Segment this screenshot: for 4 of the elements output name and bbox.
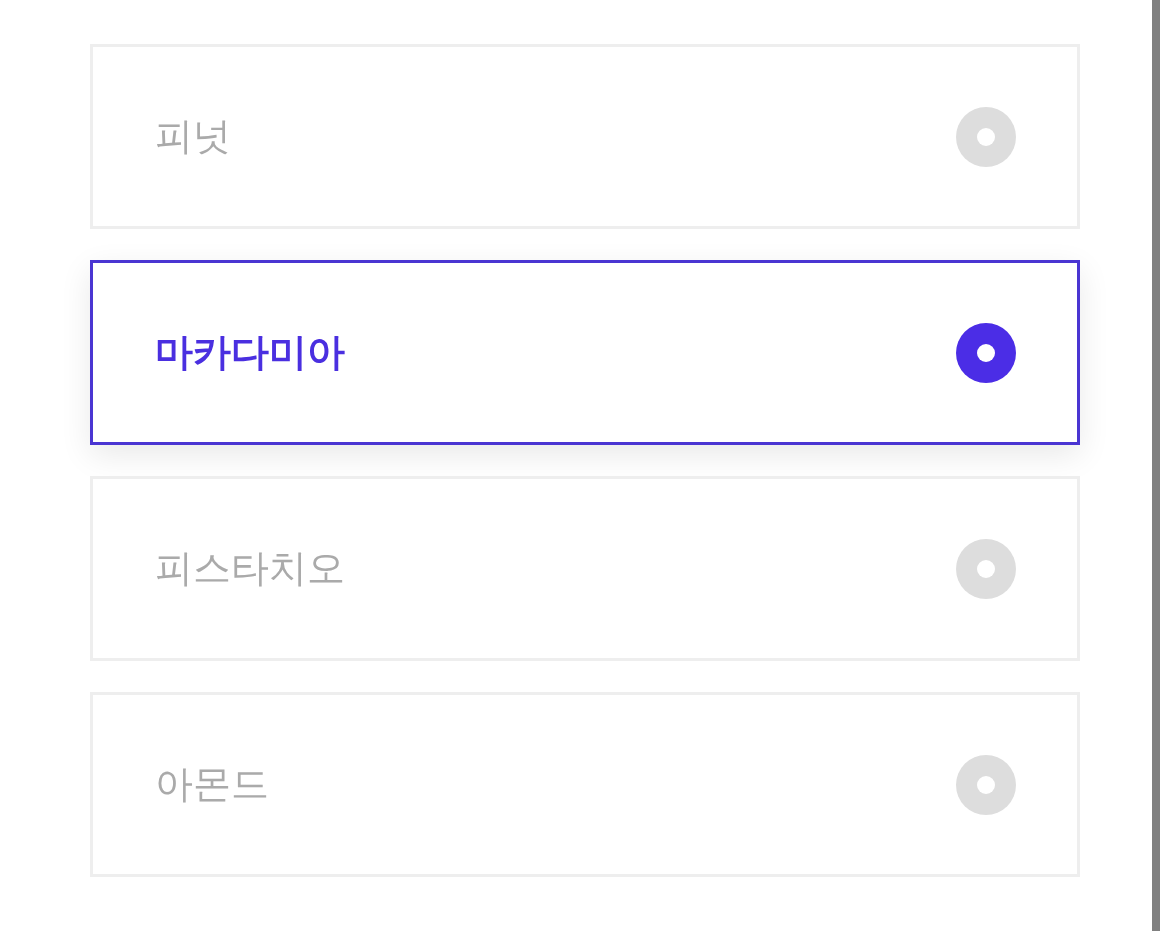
option-card[interactable]: 피스타치오 [90, 476, 1080, 661]
option-card[interactable]: 마카다미아 [90, 260, 1080, 445]
option-card[interactable]: 피넛 [90, 44, 1080, 229]
option-card[interactable]: 아몬드 [90, 692, 1080, 877]
